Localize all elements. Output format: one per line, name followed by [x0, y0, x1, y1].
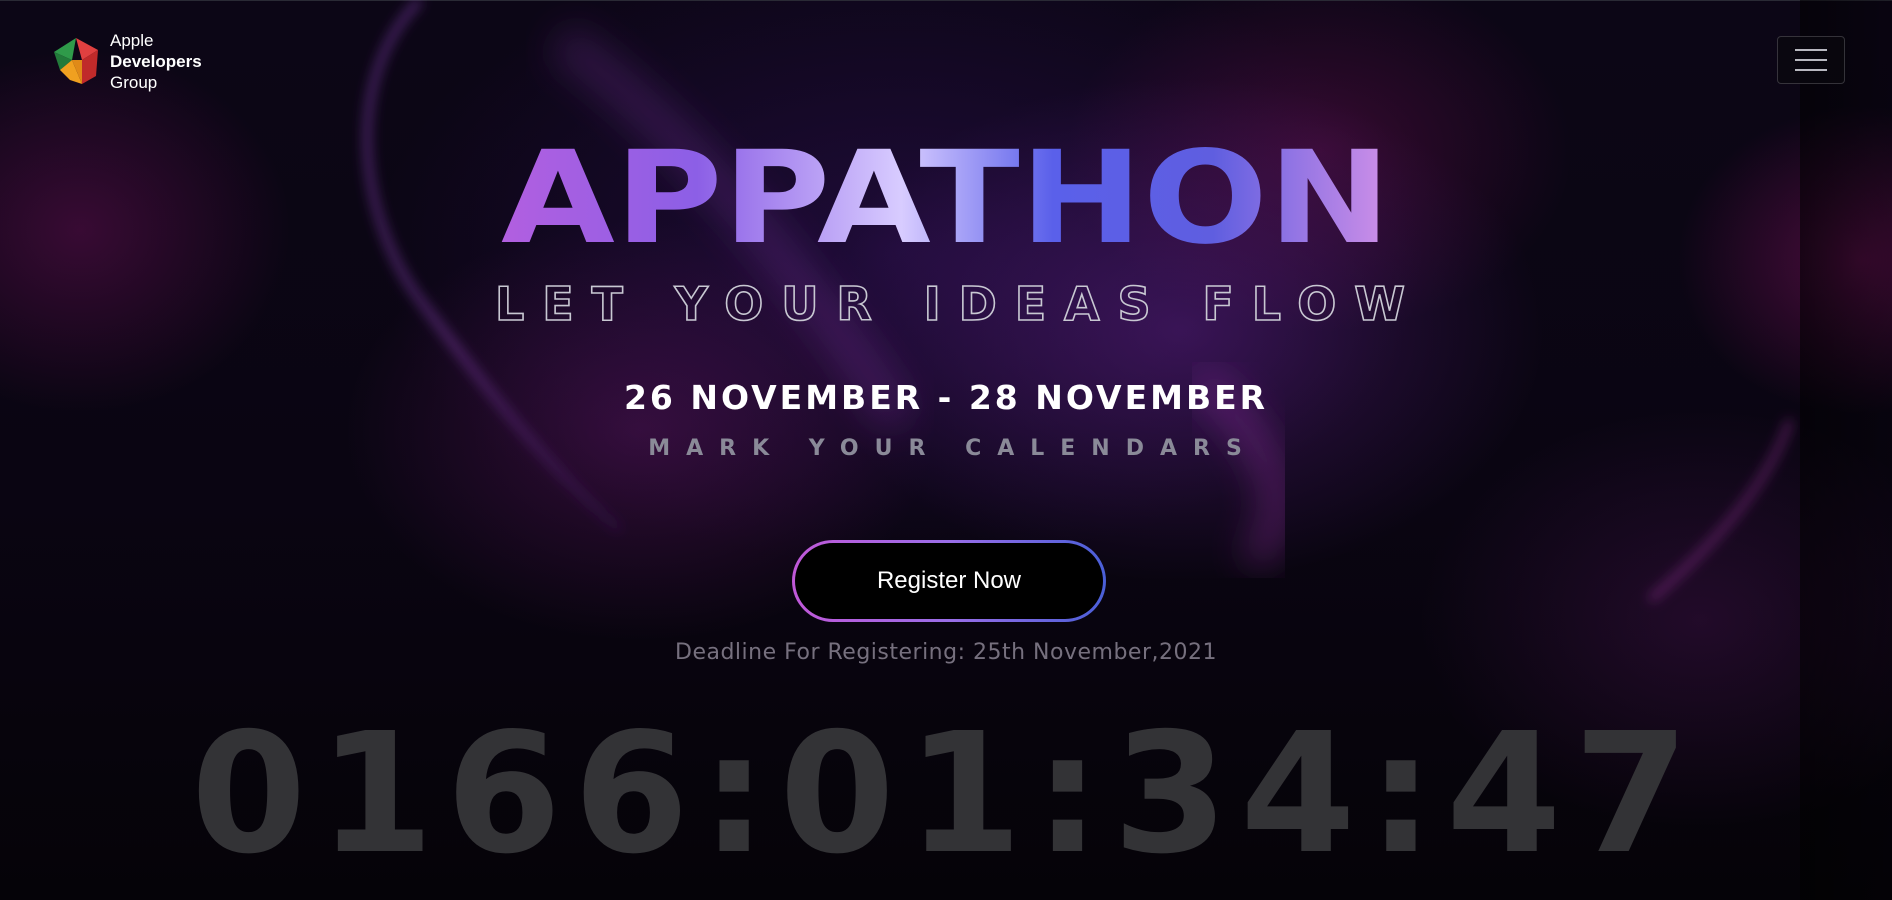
apple-developers-group-logo-icon	[54, 37, 98, 84]
menu-toggle-button[interactable]	[1777, 36, 1845, 84]
hamburger-menu-icon	[1795, 49, 1827, 71]
countdown-timer: 0166:01:34:47	[190, 698, 1702, 891]
register-button-border: Register Now	[792, 540, 1106, 622]
mark-calendar-text: MARK YOUR CALENDARS	[648, 436, 1258, 461]
brand-line-3: Group	[110, 73, 158, 92]
event-title: APPATHON	[501, 138, 1391, 256]
event-title-text: APPATHON	[501, 138, 1391, 256]
registration-deadline: Deadline For Registering: 25th November,…	[675, 640, 1217, 665]
page: Apple Developers Group APPATHON LET YOUR…	[0, 0, 1892, 900]
event-dates: 26 NOVEMBER - 28 NOVEMBER	[623, 378, 1269, 417]
brand-line-2: Developers	[110, 52, 202, 71]
tagline-text: LET YOUR IDEAS FLOW	[495, 278, 1405, 328]
tagline: LET YOUR IDEAS FLOW	[494, 278, 1406, 328]
register-now-button[interactable]: Register Now	[795, 543, 1103, 619]
brand-name: Apple Developers Group	[110, 30, 202, 93]
brand-logo[interactable]: Apple Developers Group	[52, 30, 202, 93]
brand-line-1: Apple	[110, 31, 154, 50]
